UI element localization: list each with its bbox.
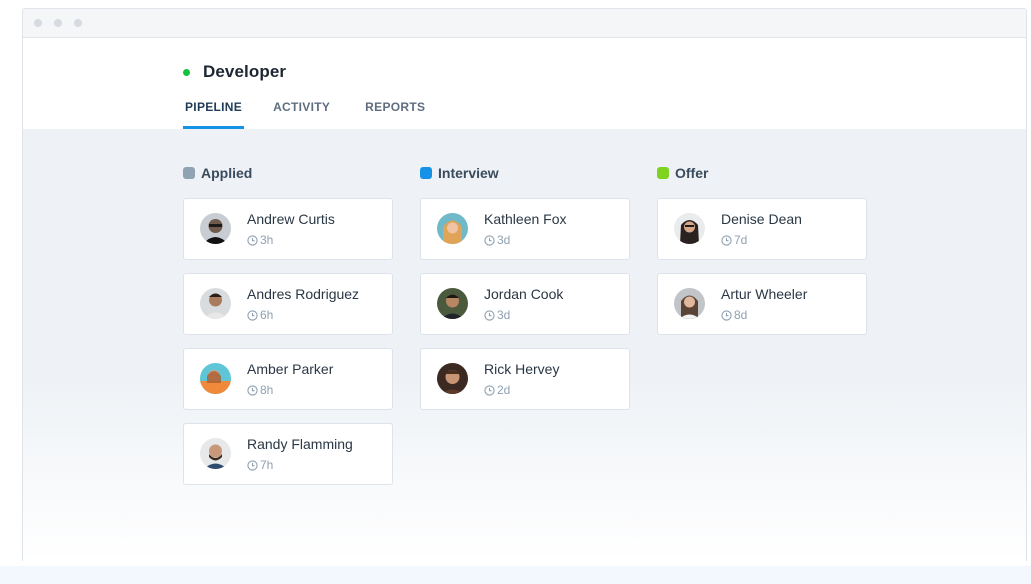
tab-reports[interactable]: REPORTS	[363, 100, 427, 128]
pipeline-board: Applied Andrew Curtis 3h Andres Rodrigue…	[23, 129, 1026, 561]
time-value: 3h	[260, 233, 274, 247]
person-avatar-icon	[200, 213, 231, 244]
clock-icon	[484, 309, 495, 321]
column-title: Interview	[438, 165, 499, 181]
person-avatar-icon	[200, 438, 231, 469]
person-avatar-icon	[674, 288, 705, 319]
time-value: 8d	[734, 308, 748, 322]
time-value: 3d	[497, 308, 511, 322]
job-tabs: PIPELINE ACTIVITY REPORTS	[183, 100, 454, 129]
time-in-stage: 7d	[721, 233, 747, 247]
person-avatar-icon	[437, 213, 468, 244]
window-close-dot[interactable]	[34, 19, 42, 27]
stage-color-square	[657, 167, 669, 179]
time-in-stage: 3d	[484, 308, 510, 322]
time-in-stage: 8h	[247, 383, 273, 397]
column-header: Offer	[657, 165, 708, 181]
column-header: Applied	[183, 165, 252, 181]
time-value: 6h	[260, 308, 274, 322]
time-in-stage: 8d	[721, 308, 747, 322]
candidate-card[interactable]: Artur Wheeler 8d	[657, 273, 867, 335]
window-minimize-dot[interactable]	[54, 19, 62, 27]
candidate-name: Denise Dean	[721, 211, 802, 227]
candidate-name: Rick Hervey	[484, 361, 560, 377]
clock-icon	[247, 309, 258, 321]
candidate-name: Artur Wheeler	[721, 286, 808, 302]
person-avatar-icon	[674, 213, 705, 244]
column-title: Applied	[201, 165, 253, 181]
candidate-card[interactable]: Randy Flamming 7h	[183, 423, 393, 485]
clock-icon	[247, 234, 258, 246]
candidate-card[interactable]: Andrew Curtis 3h	[183, 198, 393, 260]
candidate-name: Amber Parker	[247, 361, 334, 377]
stage-color-square	[183, 167, 195, 179]
job-status-dot	[183, 68, 190, 76]
app-window: Developer PIPELINE ACTIVITY REPORTS Appl…	[22, 8, 1027, 561]
candidate-card[interactable]: Amber Parker 8h	[183, 348, 393, 410]
person-avatar-icon	[437, 363, 468, 394]
candidate-card[interactable]: Jordan Cook 3d	[420, 273, 630, 335]
time-value: 7h	[260, 458, 274, 472]
time-in-stage: 3d	[484, 233, 510, 247]
job-title: Developer	[203, 62, 287, 81]
candidate-card[interactable]: Rick Hervey 2d	[420, 348, 630, 410]
candidate-card[interactable]: Kathleen Fox 3d	[420, 198, 630, 260]
page-footer-band	[0, 566, 1031, 584]
time-in-stage: 6h	[247, 308, 273, 322]
time-value: 8h	[260, 383, 274, 397]
candidate-name: Jordan Cook	[484, 286, 564, 302]
candidate-name: Kathleen Fox	[484, 211, 567, 227]
person-avatar-icon	[200, 288, 231, 319]
window-titlebar	[23, 9, 1026, 38]
time-value: 2d	[497, 383, 511, 397]
time-in-stage: 3h	[247, 233, 273, 247]
time-in-stage: 7h	[247, 458, 273, 472]
time-value: 3d	[497, 233, 511, 247]
candidate-name: Andres Rodriguez	[247, 286, 360, 302]
clock-icon	[484, 234, 495, 246]
time-value: 7d	[734, 233, 748, 247]
person-avatar-icon	[437, 288, 468, 319]
person-avatar-icon	[200, 363, 231, 394]
stage-color-square	[420, 167, 432, 179]
candidate-name: Randy Flamming	[247, 436, 353, 452]
tab-pipeline[interactable]: PIPELINE	[183, 100, 245, 129]
clock-icon	[721, 309, 732, 321]
tab-activity[interactable]: ACTIVITY	[271, 100, 332, 128]
job-header: Developer PIPELINE ACTIVITY REPORTS	[23, 38, 1026, 129]
candidate-card[interactable]: Andres Rodriguez 6h	[183, 273, 393, 335]
clock-icon	[247, 459, 258, 471]
clock-icon	[247, 384, 258, 396]
column-title: Offer	[675, 165, 709, 181]
window-maximize-dot[interactable]	[74, 19, 82, 27]
candidate-name: Andrew Curtis	[247, 211, 335, 227]
candidate-card[interactable]: Denise Dean 7d	[657, 198, 867, 260]
clock-icon	[484, 384, 495, 396]
time-in-stage: 2d	[484, 383, 510, 397]
column-header: Interview	[420, 165, 499, 181]
job-title-row: Developer	[183, 62, 286, 82]
clock-icon	[721, 234, 732, 246]
